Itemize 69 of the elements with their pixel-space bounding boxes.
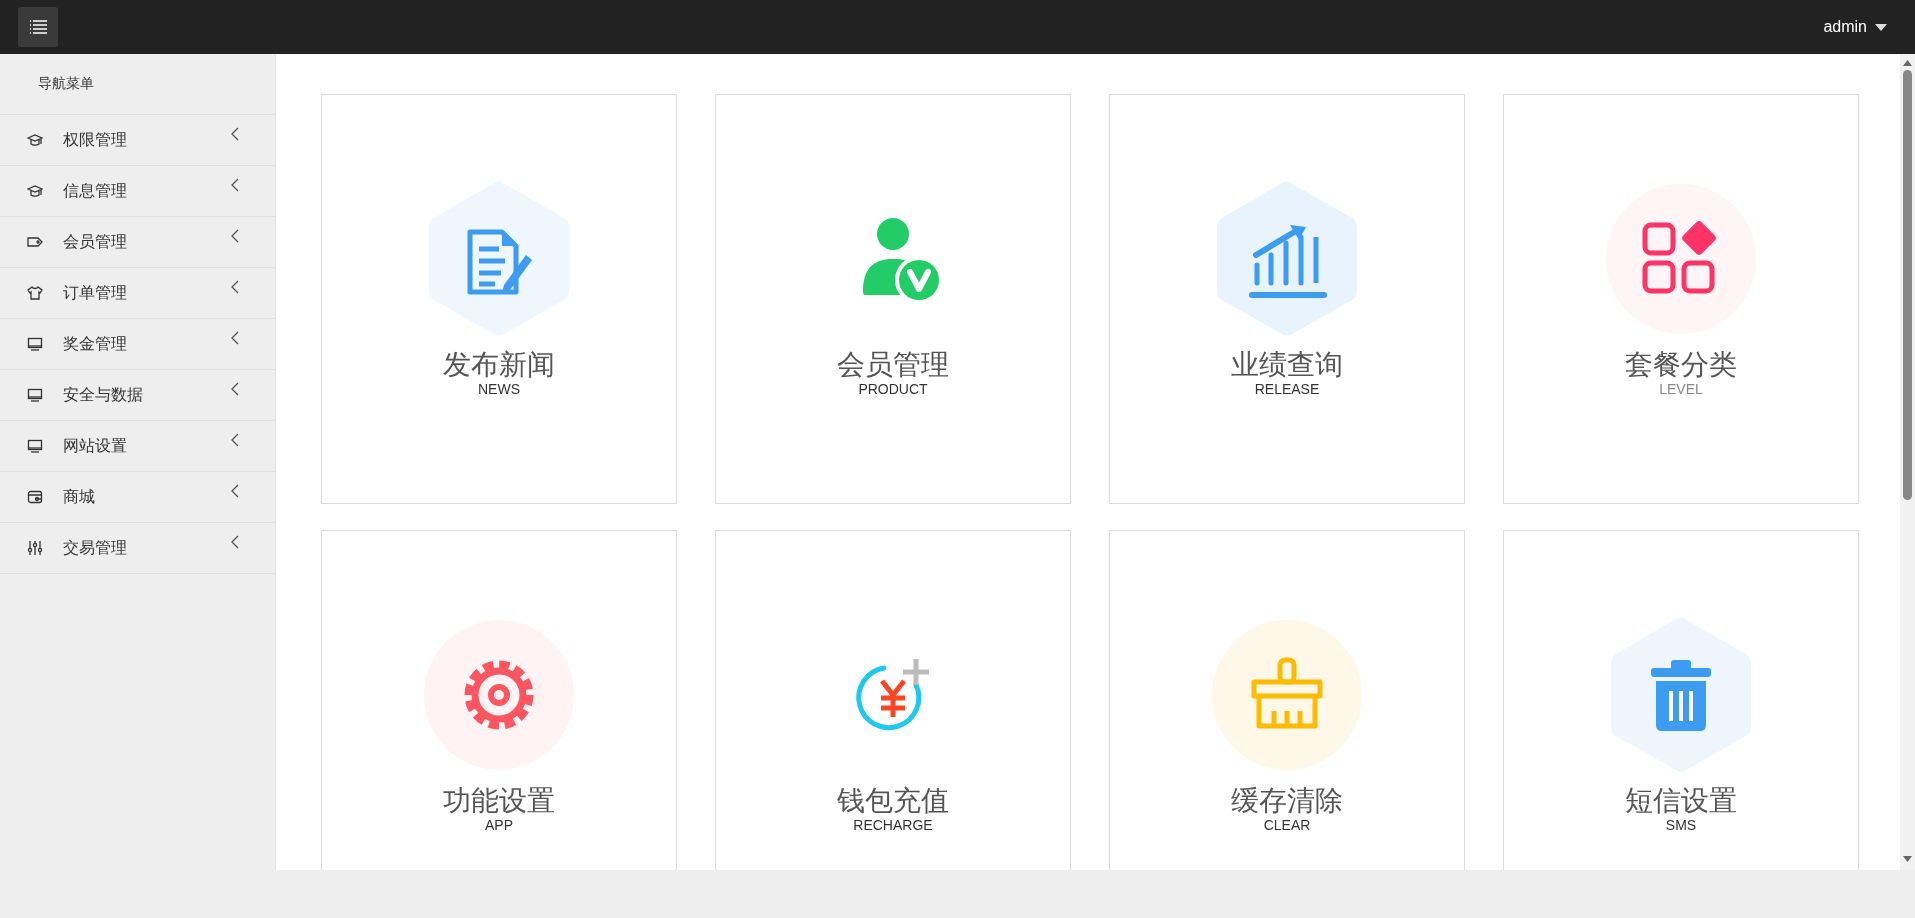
shortcut-card[interactable]: 业绩查询 RELEASE	[1109, 94, 1465, 504]
shortcut-card[interactable]: 功能设置 APP	[321, 530, 677, 870]
sidebar-item[interactable]: 订单管理	[0, 268, 275, 319]
card-title: 短信设置	[1625, 785, 1737, 817]
card-subtitle: RELEASE	[1254, 381, 1320, 397]
shortcut-card[interactable]: 套餐分类 LEVEL	[1503, 94, 1859, 504]
chevron-left-icon	[231, 127, 239, 141]
caret-down-icon	[1875, 23, 1887, 31]
menu-button[interactable]	[18, 7, 58, 47]
wallet-icon	[27, 489, 43, 505]
card-title: 套餐分类	[1625, 349, 1737, 381]
shortcut-card[interactable]: 发布新闻 NEWS	[321, 94, 677, 504]
shirt-icon	[27, 285, 43, 301]
sidebar-item[interactable]: 安全与数据	[0, 370, 275, 421]
sidebar-item[interactable]: 信息管理	[0, 166, 275, 217]
card-title: 发布新闻	[443, 349, 555, 381]
scrollbar[interactable]	[1900, 54, 1915, 870]
card-subtitle: NEWS	[478, 381, 520, 397]
monitor-icon	[27, 438, 43, 454]
chevron-left-icon	[231, 433, 239, 447]
sidebar-item-label: 安全与数据	[63, 384, 144, 405]
sidebar-item-label: 奖金管理	[63, 333, 128, 354]
sidebar-item-label: 权限管理	[63, 129, 128, 150]
card-subtitle: RECHARGE	[853, 817, 933, 833]
card-title: 功能设置	[443, 785, 555, 817]
card-title: 会员管理	[837, 349, 949, 381]
shortcut-card[interactable]: 会员管理 PRODUCT	[715, 94, 1071, 504]
chevron-left-icon	[231, 484, 239, 498]
menu-icon	[29, 20, 47, 34]
sidebar-item[interactable]: 交易管理	[0, 523, 275, 574]
chevron-left-icon	[231, 535, 239, 549]
user-menu[interactable]: admin	[1823, 18, 1887, 36]
sidebar-item[interactable]: 会员管理	[0, 217, 275, 268]
scrollbar-thumb[interactable]	[1903, 70, 1912, 500]
card-subtitle: SMS	[1665, 817, 1697, 833]
sliders-icon	[27, 540, 43, 556]
graduation-cap-icon	[27, 183, 43, 199]
card-subtitle: APP	[485, 817, 513, 833]
chevron-left-icon	[231, 331, 239, 345]
chevron-left-icon	[231, 229, 239, 243]
sidebar-item-label: 信息管理	[63, 180, 128, 201]
card-title: 钱包充值	[837, 785, 949, 817]
shortcut-card[interactable]: 缓存清除 CLEAR	[1109, 530, 1465, 870]
tag-icon	[27, 234, 43, 250]
monitor-icon	[27, 336, 43, 352]
shortcut-card[interactable]: 钱包充值 RECHARGE	[715, 530, 1071, 870]
graduation-cap-icon	[27, 132, 43, 148]
card-subtitle: CLEAR	[1263, 817, 1311, 833]
card-title: 业绩查询	[1231, 349, 1343, 381]
shortcut-card[interactable]: 短信设置 SMS	[1503, 530, 1859, 870]
chevron-left-icon	[231, 280, 239, 294]
sidebar-item[interactable]: 奖金管理	[0, 319, 275, 370]
sidebar-item[interactable]: 网站设置	[0, 421, 275, 472]
sidebar-item-label: 会员管理	[63, 231, 128, 252]
card-title: 缓存清除	[1231, 785, 1343, 817]
sidebar-item[interactable]: 权限管理	[0, 115, 275, 166]
sidebar-item[interactable]: 商城	[0, 472, 275, 523]
scroll-down-icon	[1903, 856, 1912, 862]
chevron-left-icon	[231, 382, 239, 396]
card-subtitle: LEVEL	[1659, 381, 1703, 397]
sidebar-item-label: 商城	[63, 486, 96, 507]
sidebar-heading: 导航菜单	[0, 54, 275, 115]
monitor-icon	[27, 387, 43, 403]
sidebar-item-label: 网站设置	[63, 435, 128, 456]
chevron-left-icon	[231, 178, 239, 192]
scroll-up-icon	[1903, 60, 1912, 66]
card-subtitle: PRODUCT	[858, 381, 928, 397]
sidebar-item-label: 交易管理	[63, 537, 128, 558]
sidebar-item-label: 订单管理	[63, 282, 128, 303]
